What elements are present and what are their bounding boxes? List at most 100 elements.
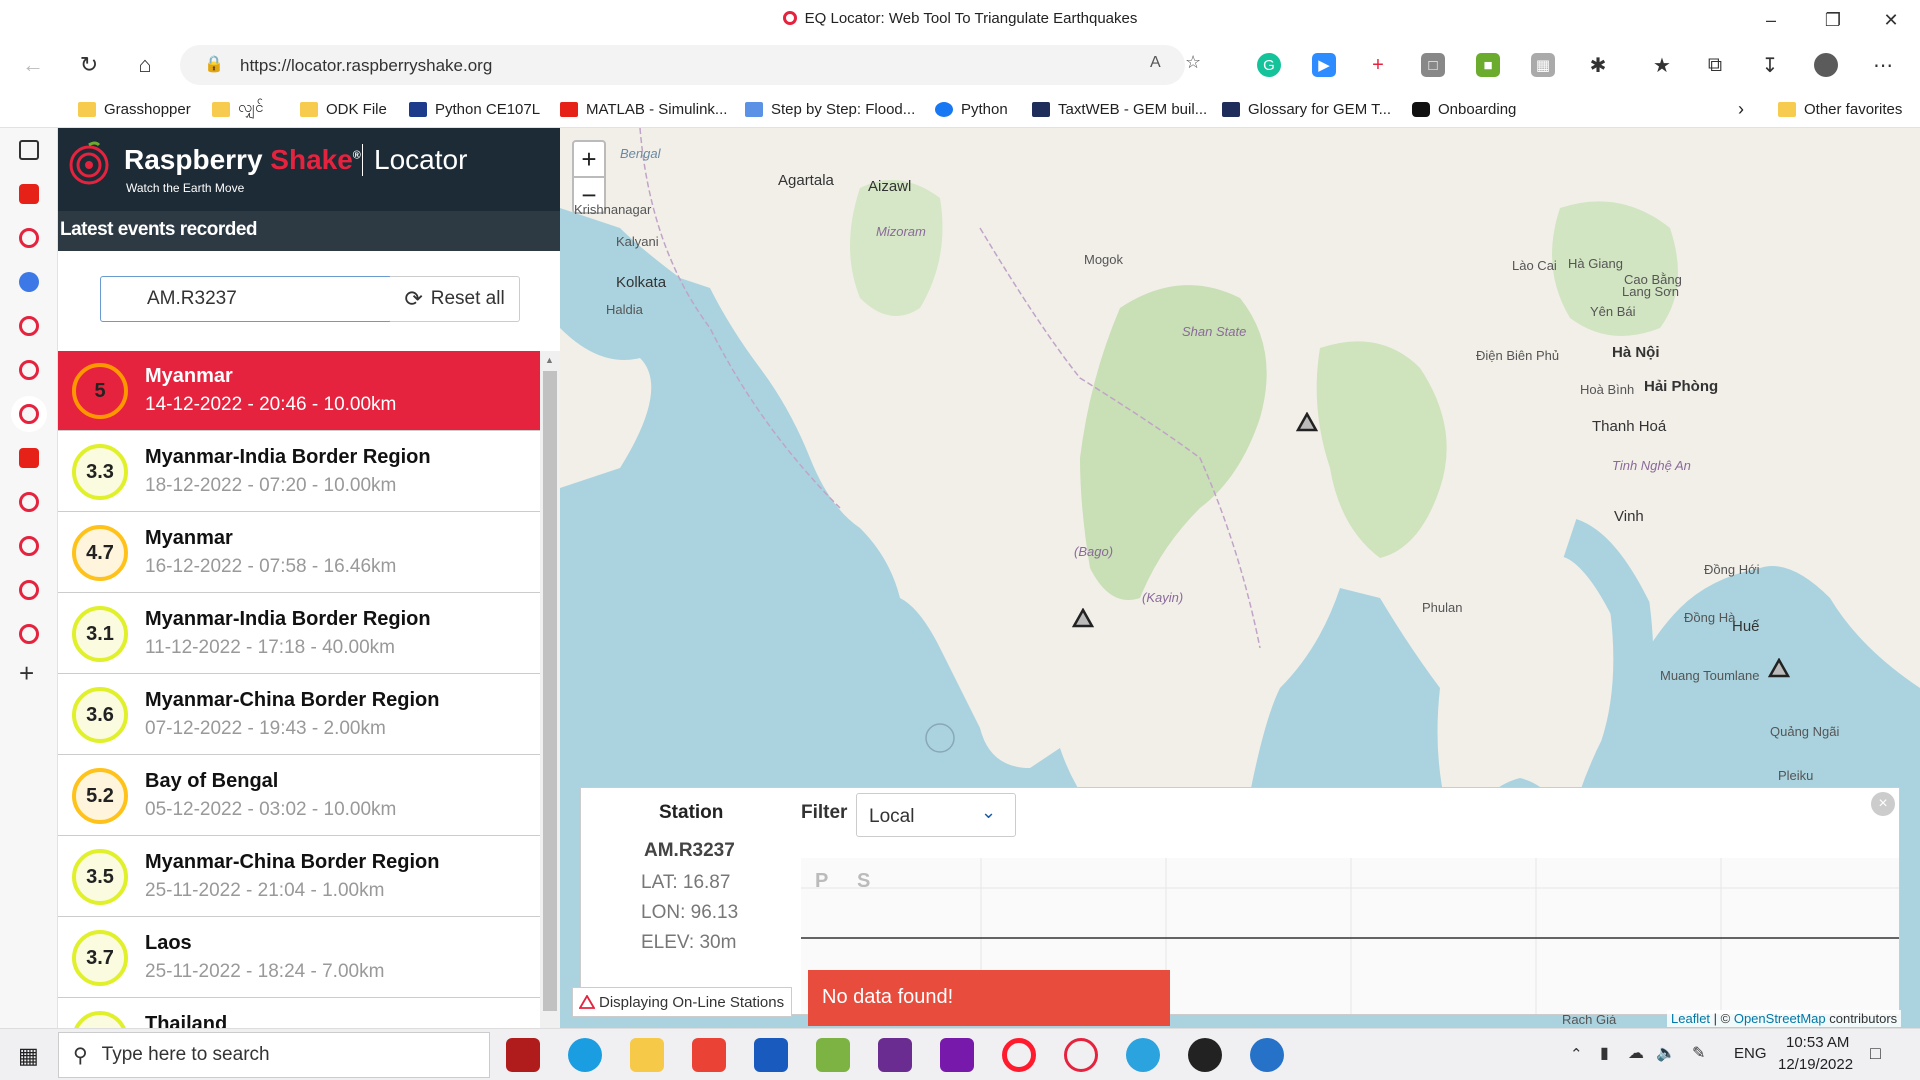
back-button[interactable]: ← [14, 46, 52, 84]
address-bar[interactable]: 🔒 https://locator.raspberryshake.org A ☆ [180, 45, 1201, 85]
map-label: (Kayin) [1142, 590, 1184, 605]
plus-extension-icon[interactable]: + [1366, 53, 1390, 77]
leaflet-link[interactable]: Leaflet [1671, 1011, 1710, 1026]
osm-link[interactable]: OpenStreetMap [1734, 1011, 1826, 1026]
grid-app-icon[interactable] [878, 1038, 912, 1072]
read-aloud-icon[interactable]: A [1150, 54, 1161, 72]
green-extension-icon[interactable]: ■ [1476, 53, 1500, 77]
bookmark-odk-file[interactable]: ODK File [300, 98, 387, 120]
opera-app-icon[interactable] [1002, 1038, 1036, 1072]
raspberry-app-icon[interactable] [1064, 1038, 1098, 1072]
tab-actions-icon[interactable] [19, 140, 39, 160]
event-item[interactable]: 3.1 Myanmar-India Border Region 11-12-2022… [58, 594, 540, 674]
raspberry-tab-icon[interactable] [19, 228, 39, 248]
chevron-down-icon[interactable]: ⌄ [981, 802, 996, 823]
bookmark-onboarding[interactable]: Onboarding [1412, 98, 1516, 120]
gmail-app-icon[interactable] [692, 1038, 726, 1072]
event-item[interactable]: 5 Myanmar 14-12-2022 - 20:46 - 10.00km [58, 351, 540, 431]
maximize-button[interactable]: ❐ [1810, 0, 1856, 40]
w-app-icon[interactable] [1188, 1038, 1222, 1072]
raspberry-tab-icon[interactable] [19, 316, 39, 336]
youtube-tab-icon[interactable] [19, 448, 39, 468]
raspberry-tab-icon[interactable] [19, 492, 39, 512]
p-wave-label: P [815, 870, 829, 892]
telegram-app-icon[interactable] [1126, 1038, 1160, 1072]
youtube-tab-icon[interactable] [19, 184, 39, 204]
favorites-icon[interactable]: ★ [1650, 53, 1674, 77]
event-item[interactable]: 3.5 Myanmar-China Border Region 25-11-2022… [58, 837, 540, 917]
scroll-up-icon[interactable]: ▲ [545, 355, 554, 365]
station-marker-icon[interactable] [1072, 608, 1094, 628]
collections-icon[interactable]: ⧉ [1703, 53, 1727, 77]
bookmark-taxtweb[interactable]: TaxtWEB - GEM buil... [1032, 98, 1207, 120]
taskbar-search[interactable]: ⚲ Type here to search [58, 1032, 490, 1078]
event-item[interactable]: 3.3 Myanmar-India Border Region 18-12-2022… [58, 432, 540, 512]
close-window-button[interactable]: ✕ [1868, 0, 1914, 40]
event-item[interactable]: 5.2 Bay of Bengal 05-12-2022 - 03:02 - 10.… [58, 756, 540, 836]
profile-avatar[interactable] [1814, 53, 1838, 77]
edge-app-icon[interactable] [568, 1038, 602, 1072]
battery-icon[interactable]: ▮ [1600, 1043, 1609, 1063]
bookmark-glossary[interactable]: Glossary for GEM T... [1222, 98, 1391, 120]
raspberry-tab-icon[interactable] [19, 580, 39, 600]
zoom-extension-icon[interactable]: ▶ [1312, 53, 1336, 77]
event-item[interactable]: 3.6 Myanmar-China Border Region 07-12-2022… [58, 675, 540, 755]
copy-extension-icon[interactable]: □ [1421, 53, 1445, 77]
pen-icon[interactable]: ✎ [1692, 1043, 1705, 1063]
bookmark-python-ce107l[interactable]: Python CE107L [409, 98, 540, 120]
station-input[interactable] [100, 276, 392, 322]
print-extension-icon[interactable]: ▦ [1531, 53, 1555, 77]
bookmark-folder-2[interactable]: လျှင် [212, 98, 263, 120]
magnitude-badge [72, 1011, 128, 1028]
station-marker-icon[interactable] [1296, 412, 1318, 432]
raspberry-tab-icon[interactable] [19, 536, 39, 556]
reset-all-button[interactable]: ⟳ Reset all [390, 276, 520, 322]
file-explorer-icon[interactable] [630, 1038, 664, 1072]
event-details: 18-12-2022 - 07:20 - 10.00km [145, 475, 397, 496]
close-icon[interactable]: × [1871, 792, 1895, 816]
home-button[interactable]: ⌂ [126, 46, 164, 84]
events-scroll-thumb[interactable] [543, 371, 557, 1011]
raspberry-tab-icon[interactable] [19, 624, 39, 644]
volume-icon[interactable]: 🔈 [1656, 1043, 1676, 1063]
notifications-icon[interactable]: □ [1870, 1043, 1881, 1064]
language-indicator[interactable]: ENG [1734, 1045, 1767, 1062]
raspberry-tab-icon[interactable] [19, 360, 39, 380]
bookmark-python[interactable]: Python [935, 98, 1008, 120]
events-list[interactable]: 5 Myanmar 14-12-2022 - 20:46 - 10.00km 3.3 M… [58, 351, 540, 1028]
clock-date[interactable]: 12/19/2022 [1778, 1056, 1853, 1073]
event-region: Bay of Bengal [145, 770, 279, 792]
bookmark-matlab[interactable]: MATLAB - Simulink... [560, 98, 727, 120]
onenote-app-icon[interactable] [940, 1038, 974, 1072]
bookmarks-overflow-chevron-icon[interactable]: › [1738, 98, 1744, 120]
grammarly-extension-icon[interactable]: G [1257, 53, 1281, 77]
cloud-icon[interactable]: ☁ [1628, 1043, 1644, 1063]
event-item[interactable]: 3.7 Laos 25-11-2022 - 18:24 - 7.00km [58, 918, 540, 998]
event-item[interactable]: 4.7 Myanmar 16-12-2022 - 07:58 - 16.46km [58, 513, 540, 593]
bookmark-other-favorites[interactable]: Other favorites [1778, 98, 1902, 120]
zoom-in-button[interactable]: + [572, 140, 606, 178]
event-item[interactable]: Thailand [58, 999, 540, 1028]
windows-start-icon[interactable]: ▦ [18, 1043, 39, 1069]
outlook-app-icon[interactable] [754, 1038, 788, 1072]
blue-circle-app-icon[interactable] [1250, 1038, 1284, 1072]
add-favorite-icon[interactable]: ☆ [1185, 52, 1201, 73]
new-tab-plus-icon[interactable]: + [19, 658, 34, 689]
refresh-button[interactable]: ↻ [70, 46, 108, 84]
rog-app-icon[interactable] [506, 1038, 540, 1072]
tray-chevron-icon[interactable]: ⌃ [1570, 1045, 1583, 1063]
blue-tab-icon[interactable] [19, 272, 39, 292]
url-text: https://locator.raspberryshake.org [240, 56, 493, 75]
extensions-icon[interactable]: ✱ [1586, 53, 1610, 77]
map-attribution: Leaflet | © OpenStreetMap contributors [1667, 1010, 1902, 1027]
raspberry-tab-active-icon[interactable] [19, 404, 39, 424]
more-menu-icon[interactable]: ⋯ [1871, 53, 1895, 77]
station-marker-icon[interactable] [1768, 658, 1790, 678]
bookmark-grasshopper[interactable]: Grasshopper [78, 98, 191, 120]
bookmark-flood[interactable]: Step by Step: Flood... [745, 98, 915, 120]
clock-time[interactable]: 10:53 AM [1786, 1034, 1849, 1051]
minimize-button[interactable]: – [1748, 0, 1794, 40]
downloads-icon[interactable]: ↧ [1758, 53, 1782, 77]
qgis-app-icon[interactable] [816, 1038, 850, 1072]
brand-divider [362, 144, 363, 176]
